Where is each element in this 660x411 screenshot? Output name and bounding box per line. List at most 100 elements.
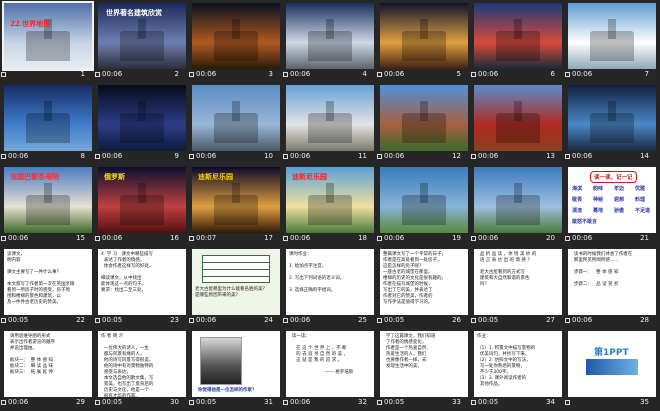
slide-cell[interactable]: 00:06 10 bbox=[188, 82, 282, 164]
slide-cell[interactable]: 00:06 9 bbox=[94, 82, 188, 164]
slide-cell[interactable]: 作业： （1）1. 积累文中描写景物的 优美词句，并抄写下来。 （2）2. 仿照… bbox=[470, 328, 564, 410]
slide-time: 00:05 bbox=[384, 316, 405, 324]
slide-thumbnail[interactable]: 品 析 品 读 ，体 悟 美 妙 的 语 言 表 达 出 的 情 感 ？ 老大古… bbox=[474, 249, 562, 315]
slide-thumbnail[interactable] bbox=[192, 85, 280, 151]
slide-cell[interactable]: 读书的时候我们体会了作者在 那里所见所闻所感…… 步骤一： 整 体 感 知 步骤… bbox=[564, 246, 658, 328]
slide-thumbnail[interactable]: 迪斯尼乐园 bbox=[192, 167, 280, 233]
slide-timing: 00:06 bbox=[377, 69, 404, 79]
slide-thumbnail[interactable]: 读书的时候我们体会了作者在 那里所见所闻所感…… 步骤一： 整 体 感 知 步骤… bbox=[568, 249, 656, 315]
slide-cell[interactable]: 读一读： 在 这 个 世 界 上 ，不 断 的 去 追 寻 自 然 的 美 ， … bbox=[282, 328, 376, 410]
slide-thumbnail[interactable] bbox=[380, 85, 468, 151]
slide-time: 00:05 bbox=[102, 316, 123, 324]
vocab-word: 敢怒不敢言 bbox=[572, 219, 598, 225]
transition-icon bbox=[189, 235, 194, 241]
slide-thumbnail[interactable] bbox=[474, 167, 562, 233]
slide-cell[interactable]: 法国巴黎圣母院 00:06 15 bbox=[0, 164, 94, 246]
slide-thumbnail[interactable] bbox=[474, 85, 562, 151]
slide-cell[interactable]: 第1PPT 35 bbox=[564, 328, 658, 410]
slide-cell[interactable]: 00:06 11 bbox=[282, 82, 376, 164]
vocab-word: 蓦地 bbox=[593, 208, 604, 214]
tower-silhouette bbox=[608, 101, 616, 121]
slide-number: 12 bbox=[452, 152, 461, 160]
slide-cell[interactable]: 00:06 8 bbox=[0, 82, 94, 164]
slide-time: 00:06 bbox=[384, 152, 405, 160]
slide-thumbnail[interactable] bbox=[568, 85, 656, 151]
slide-cell[interactable]: 00:06 12 bbox=[376, 82, 470, 164]
slide-thumbnail[interactable]: 作 者 简 介 一位伟大的诗人，一生 都与风景有缘的人。 他的诗写风景写得很美，… bbox=[98, 331, 186, 397]
slide-cell[interactable]: 迪斯尼乐园 00:06 18 bbox=[282, 164, 376, 246]
slide-cell[interactable]: 4. 学 习 课文中哪些描写 表达了作者的情感， 体会作者这样写的好处。 细读课… bbox=[94, 246, 188, 328]
slide-thumbnail[interactable]: 世界著名建筑欣赏 bbox=[98, 3, 186, 69]
slide-cell[interactable]: 00:06 20 bbox=[470, 164, 564, 246]
slide-thumbnail[interactable]: 22.世界地理 bbox=[2, 1, 94, 71]
slide-thumbnail[interactable] bbox=[286, 3, 374, 69]
slide-thumbnail[interactable]: 读课文， 明内容 课文主要写了一件什么事？ 本文叙写了作者第一次在英国亲眼 看到… bbox=[4, 249, 92, 315]
slide-cell[interactable]: 世界著名建筑欣赏 00:06 2 bbox=[94, 0, 188, 82]
slide-cell[interactable]: 俄罗斯 00:06 16 bbox=[94, 164, 188, 246]
slide-time: 00:07 bbox=[196, 234, 217, 242]
slide-timing: 00:06 bbox=[189, 69, 216, 79]
slide-cell[interactable]: 00:06 13 bbox=[470, 82, 564, 164]
slide-cell[interactable]: 课时作业： 1. 给加点字注音。 2. 写出下列词语的近义词。 3. 选择正确的… bbox=[282, 246, 376, 328]
slide-timing bbox=[565, 397, 572, 407]
slide-thumbnail[interactable]: 第1PPT bbox=[568, 331, 656, 397]
slide-cell[interactable]: 老大古屋哪里为什么能看名胜的美？ 是哪些原因带来的美？ 00:06 24 bbox=[188, 246, 282, 328]
slide-cell[interactable]: 学了这篇课文，我们知道 了作者的情感变化， 作者是一个热爱自然、 热爱生活的人，… bbox=[376, 328, 470, 410]
slide-thumbnail[interactable]: 迪斯尼乐园 bbox=[286, 167, 374, 233]
slide-cell[interactable]: 整篇课文写了一个平常的日子， 作者是在高处看到一处房子， 这是怎样的房子呢？ 一… bbox=[376, 246, 470, 328]
portrait-photo bbox=[200, 337, 242, 385]
slide-cell[interactable]: 作 者 简 介 一位伟大的诗人，一生 都与风景有缘的人。 他的诗写风景写得很美，… bbox=[94, 328, 188, 410]
slide-cell[interactable]: 请用思维导图的形式 表示出作者游览的顺序 并说出理由。 板块一： 整 体 感 知… bbox=[0, 328, 94, 410]
slide-cell[interactable]: 00:06 7 bbox=[564, 0, 658, 82]
transition-icon bbox=[377, 235, 382, 241]
slide-thumbnail[interactable]: 读一读，记一记 海滨 韵味 年迈 优雅 敬畏 神秘 遐想 料理 漂流 蓦地 骄傲 不足道 敢怒不敢言 bbox=[568, 167, 656, 233]
slide-thumbnail[interactable] bbox=[474, 3, 562, 69]
slide-time: 00:05 bbox=[478, 316, 499, 324]
slide-cell[interactable]: 00:06 6 bbox=[470, 0, 564, 82]
slide-sorter-view: 22.世界地理 1 世界著名建筑欣赏 00:06 2 00:06 3 00:06 4 00:06 5… bbox=[0, 0, 660, 411]
transition-icon bbox=[189, 317, 194, 323]
slide-cell[interactable]: 00:06 3 bbox=[188, 0, 282, 82]
slide-thumbnail[interactable] bbox=[380, 3, 468, 69]
slide-cell[interactable]: 00:06 4 bbox=[282, 0, 376, 82]
slide-number: 31 bbox=[264, 398, 273, 406]
slide-thumbnail[interactable]: 整篇课文写了一个平常的日子， 作者是在高处看到一处房子， 这是怎样的房子呢？ 一… bbox=[380, 249, 468, 315]
transition-icon bbox=[283, 399, 288, 405]
vocab-word: 优雅 bbox=[635, 186, 646, 192]
slide-thumbnail[interactable] bbox=[380, 167, 468, 233]
slide-cell[interactable]: 读一读，记一记 海滨 韵味 年迈 优雅 敬畏 神秘 遐想 料理 漂流 蓦地 骄傲 不足道 敢怒不敢言 00:… bbox=[564, 164, 658, 246]
slide-thumbnail[interactable]: 读一读： 在 这 个 世 界 上 ，不 断 的 去 追 寻 自 然 的 美 ， … bbox=[286, 331, 374, 397]
slide-number: 33 bbox=[452, 398, 461, 406]
slide-thumbnail[interactable]: 4. 学 习 课文中哪些描写 表达了作者的情感， 体会作者这样写的好处。 细读课… bbox=[98, 249, 186, 315]
slide-cell[interactable]: 00:06 19 bbox=[376, 164, 470, 246]
slide-timing: 00:06 bbox=[283, 69, 310, 79]
transition-icon bbox=[565, 71, 570, 77]
slide-thumbnail[interactable]: 老大古屋哪里为什么能看名胜的美？ 是哪些原因带来的美？ bbox=[192, 249, 280, 315]
slide-cell[interactable]: 22.世界地理 1 bbox=[0, 0, 94, 82]
slide-thumbnail[interactable]: 作业： （1）1. 积累文中描写景物的 优美词句，并抄写下来。 （2）2. 仿照… bbox=[474, 331, 562, 397]
slide-number: 14 bbox=[640, 152, 649, 160]
slide-thumbnail[interactable]: 俄罗斯 bbox=[98, 167, 186, 233]
slide-cell[interactable]: 读课文， 明内容 课文主要写了一件什么事？ 本文叙写了作者第一次在英国亲眼 看到… bbox=[0, 246, 94, 328]
slide-time: 00:05 bbox=[196, 398, 217, 406]
slide-thumbnail[interactable] bbox=[568, 3, 656, 69]
slide-thumbnail[interactable]: 学了这篇课文，我们知道 了作者的情感变化， 作者是一个热爱自然、 热爱生活的人，… bbox=[380, 331, 468, 397]
slide-cell[interactable]: 00:06 14 bbox=[564, 82, 658, 164]
slide-timing: 00:05 bbox=[95, 315, 122, 325]
slide-thumbnail[interactable]: 法国巴黎圣母院 bbox=[4, 167, 92, 233]
slide-thumbnail[interactable] bbox=[4, 85, 92, 151]
slide-thumbnail[interactable] bbox=[286, 85, 374, 151]
slide-thumbnail[interactable]: 请用思维导图的形式 表示出作者游览的顺序 并说出理由。 板块一： 整 体 感 知… bbox=[4, 331, 92, 397]
slide-number: 15 bbox=[76, 234, 85, 242]
transition-icon bbox=[565, 399, 570, 405]
slide-cell[interactable]: 00:06 5 bbox=[376, 0, 470, 82]
slide-timing: 00:05 bbox=[189, 397, 216, 407]
slide-thumbnail[interactable]: 你觉得他是一位怎样的作家？ bbox=[192, 331, 280, 397]
slide-cell[interactable]: 品 析 品 读 ，体 悟 美 妙 的 语 言 表 达 出 的 情 感 ？ 老大古… bbox=[470, 246, 564, 328]
slide-thumbnail[interactable]: 课时作业： 1. 给加点字注音。 2. 写出下列词语的近义词。 3. 选择正确的… bbox=[286, 249, 374, 315]
slide-thumbnail[interactable] bbox=[192, 3, 280, 69]
slide-cell[interactable]: 你觉得他是一位怎样的作家？ 00:05 31 bbox=[188, 328, 282, 410]
slide-thumbnail[interactable] bbox=[98, 85, 186, 151]
slide-cell[interactable]: 迪斯尼乐园 00:07 17 bbox=[188, 164, 282, 246]
slide-number: 32 bbox=[358, 398, 367, 406]
